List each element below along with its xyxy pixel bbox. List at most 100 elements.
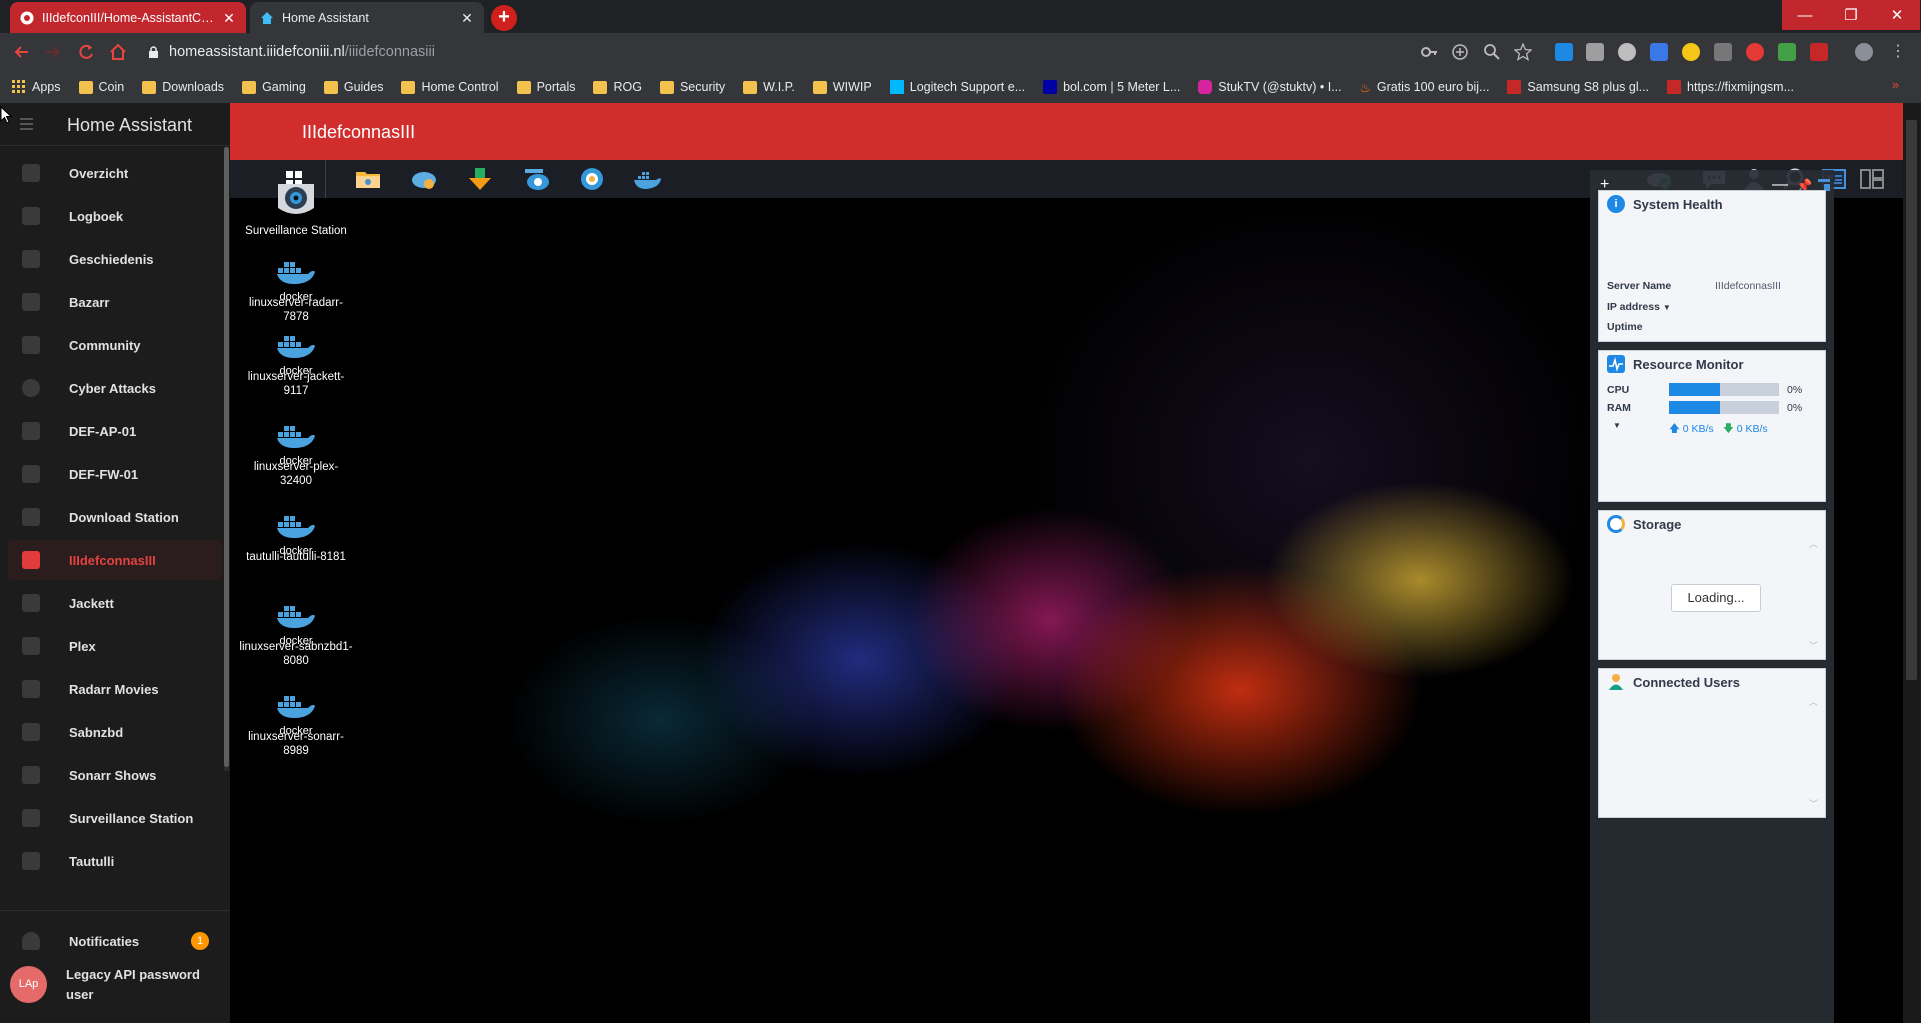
bookmark-link[interactable]: StukTV (@stuktv) • I... xyxy=(1198,80,1342,94)
sidebar-item-def-ap-01[interactable]: DEF-AP-01 xyxy=(8,411,222,451)
zoom-icon[interactable] xyxy=(1483,43,1501,61)
bookmark-folder[interactable]: ROG xyxy=(593,80,642,94)
sidebar-item-tautulli[interactable]: Tautulli xyxy=(8,841,222,881)
sidebar-item-jackett[interactable]: Jackett xyxy=(8,583,222,623)
extension-4-icon[interactable] xyxy=(1650,43,1668,61)
docker-taskbar-icon[interactable] xyxy=(632,166,661,192)
bookmark-folder[interactable]: Home Control xyxy=(401,80,499,94)
sidebar-item-logboek[interactable]: Logboek xyxy=(8,196,222,236)
sidebar-item-label: Logboek xyxy=(69,208,124,224)
desktop-icon-surveillance-station[interactable]: Surveillance Station xyxy=(238,180,354,238)
cloud-sync-icon[interactable] xyxy=(410,166,438,192)
new-tab-button[interactable]: + xyxy=(491,5,517,31)
sidebar-item-notifications[interactable]: Notificaties xyxy=(8,921,222,961)
desktop-icon-sabnzbd[interactable]: docker linuxserver-sabnzbd1-8080 xyxy=(238,600,354,668)
bookmark-folder[interactable]: Portals xyxy=(516,80,575,94)
sidebar-item-cyber-attacks[interactable]: Cyber Attacks xyxy=(8,368,222,408)
desktop-icon-sonarr[interactable]: docker linuxserver-sonarr-8989 xyxy=(238,690,354,758)
add-icon[interactable] xyxy=(1451,43,1469,61)
download-station-icon[interactable] xyxy=(466,166,494,192)
sidebar-item-radarr-movies[interactable]: Radarr Movies xyxy=(8,669,222,709)
cpu-bar xyxy=(1669,383,1779,396)
scroll-up-icon[interactable]: ︿ xyxy=(1809,695,1818,708)
ip-address-dropdown[interactable]: IP address ▼ xyxy=(1607,301,1671,313)
sidebar-item-community[interactable]: Community xyxy=(8,325,222,365)
desktop-icon-tautulli[interactable]: docker tautulli-tautulli-8181 xyxy=(238,510,354,564)
file-station-icon[interactable] xyxy=(354,166,382,192)
sidebar-item-label: Radarr Movies xyxy=(69,681,159,697)
extension-3-icon[interactable] xyxy=(1618,43,1636,61)
bookmark-link[interactable]: Samsung S8 plus gl... xyxy=(1507,80,1649,94)
key-icon[interactable] xyxy=(1420,43,1438,61)
extension-6-icon[interactable] xyxy=(1714,43,1732,61)
extension-7-icon[interactable] xyxy=(1746,43,1764,61)
sidebar-item-geschiedenis[interactable]: Geschiedenis xyxy=(8,239,222,279)
sidebar-item-sabnzbd[interactable]: Sabnzbd xyxy=(8,712,222,752)
window-restore-button[interactable]: ❐ xyxy=(1828,0,1874,30)
bookmark-star-icon[interactable] xyxy=(1514,43,1532,61)
bookmark-link[interactable]: bol.com | 5 Meter L... xyxy=(1043,80,1180,94)
bookmark-folder[interactable]: Security xyxy=(659,80,725,94)
bookmark-folder[interactable]: WIWIP xyxy=(812,80,872,94)
home-icon[interactable] xyxy=(108,42,128,62)
extension-9-icon[interactable] xyxy=(1810,43,1828,61)
bookmark-folder[interactable]: Coin xyxy=(78,80,124,94)
menu-icon[interactable] xyxy=(20,117,38,131)
window-minimize-button[interactable]: — xyxy=(1782,0,1828,30)
tab-close-icon[interactable]: ✕ xyxy=(222,11,236,25)
sidebar-scrollbar-thumb[interactable] xyxy=(224,147,229,767)
bookmark-folder[interactable]: Guides xyxy=(323,80,383,94)
scroll-down-icon[interactable]: ﹀ xyxy=(1809,639,1818,652)
scroll-down-icon[interactable]: ﹀ xyxy=(1809,797,1818,810)
url-host: homeassistant.iiidefconiii.nl xyxy=(169,44,345,60)
sidebar-item-label: Cyber Attacks xyxy=(69,380,156,396)
scroll-up-icon[interactable]: ︿ xyxy=(1809,537,1818,550)
extension-5-icon[interactable] xyxy=(1682,43,1700,61)
sidebar-item-surveillance-station[interactable]: Surveillance Station xyxy=(8,798,222,838)
browser-menu-icon[interactable]: ⋮ xyxy=(1890,41,1906,61)
sidebar-item-def-fw-01[interactable]: DEF-FW-01 xyxy=(8,454,222,494)
tab-title: IIIdefconIII/Home-AssistantConfig xyxy=(42,10,214,25)
user-name[interactable]: Legacy API password user xyxy=(66,965,216,1005)
page-scrollbar-thumb[interactable] xyxy=(1906,120,1917,680)
bookmark-folder[interactable]: Gaming xyxy=(242,80,306,94)
extension-download-icon[interactable] xyxy=(1586,43,1604,61)
forward-icon[interactable] xyxy=(42,42,62,62)
sidebar-item-label: DEF-AP-01 xyxy=(69,423,137,439)
reload-icon[interactable] xyxy=(76,42,96,62)
bookmark-link[interactable]: Logitech Support e... xyxy=(889,80,1025,94)
sidebar-item-bazarr[interactable]: Bazarr xyxy=(8,282,222,322)
network-dropdown-icon[interactable]: ▼ xyxy=(1613,421,1621,430)
sidebar-item-label: Tautulli xyxy=(69,853,115,869)
tab-github[interactable]: IIIdefconIII/Home-AssistantConfig ✕ xyxy=(10,2,246,33)
desktop-icon-radarr[interactable]: docker linuxserver-radarr-7878 xyxy=(238,256,354,324)
user-avatar[interactable]: LAp xyxy=(10,966,47,1003)
sidebar-item-download-station[interactable]: Download Station xyxy=(8,497,222,537)
sidebar-item-nas[interactable]: IIIdefconnasIII xyxy=(8,540,222,580)
window-close-button[interactable]: ✕ xyxy=(1874,0,1920,30)
bookmark-link[interactable]: https://fixmijngsm... xyxy=(1667,80,1794,94)
folder-icon xyxy=(323,80,338,94)
sidebar-item-sonarr-shows[interactable]: Sonarr Shows xyxy=(8,755,222,795)
tab-close-icon[interactable]: ✕ xyxy=(460,11,474,25)
bookmark-folder[interactable]: Downloads xyxy=(142,80,224,94)
hyper-backup-icon[interactable] xyxy=(522,166,550,192)
back-icon[interactable] xyxy=(12,42,32,62)
dsm-desktop: Surveillance Station docker linuxserver-… xyxy=(230,160,1903,1023)
active-backup-icon[interactable] xyxy=(578,166,606,192)
address-bar[interactable]: homeassistant.iiidefconiii.nl/iiidefconn… xyxy=(140,37,1540,67)
sidebar-item-overzicht[interactable]: Overzicht xyxy=(8,153,222,193)
desktop-icon-plex[interactable]: docker linuxserver-plex-32400 xyxy=(238,420,354,488)
extension-1-icon[interactable] xyxy=(1555,43,1573,61)
profile-avatar[interactable] xyxy=(1855,43,1873,61)
bookmark-apps[interactable]: Apps xyxy=(12,80,61,94)
desktop-layout-icon[interactable] xyxy=(1858,166,1886,192)
bookmarks-overflow-button[interactable]: » xyxy=(1892,78,1899,92)
tab-home-assistant[interactable]: Home Assistant ✕ xyxy=(250,2,484,33)
sidebar-item-plex[interactable]: Plex xyxy=(8,626,222,666)
bookmark-folder[interactable]: W.I.P. xyxy=(743,80,795,94)
extension-8-icon[interactable] xyxy=(1778,43,1796,61)
widget-title: Storage xyxy=(1633,516,1682,532)
desktop-icon-jackett[interactable]: docker linuxserver-jackett-9117 xyxy=(238,330,354,398)
bookmark-link[interactable]: ♨ Gratis 100 euro bij... xyxy=(1360,80,1490,95)
